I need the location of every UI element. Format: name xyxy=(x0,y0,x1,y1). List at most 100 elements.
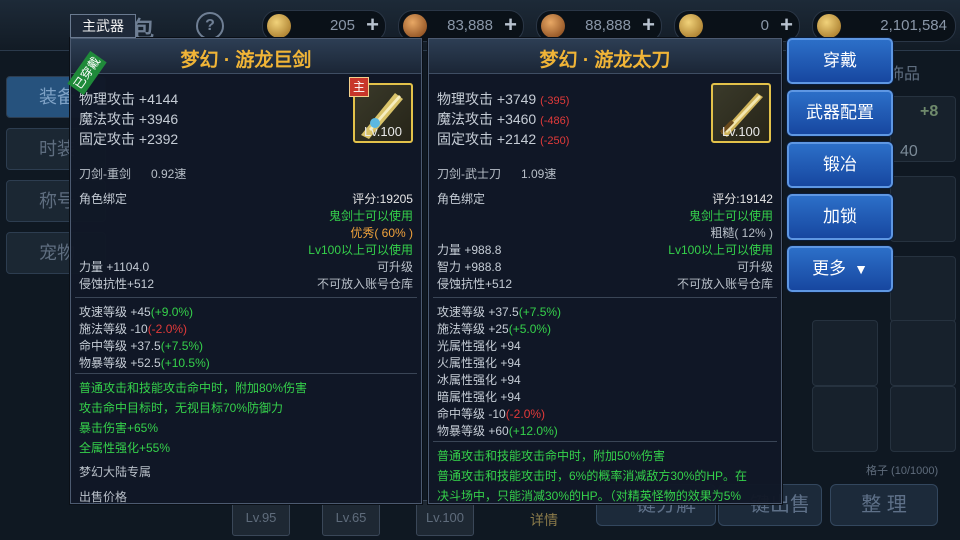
level-stat: 物暴等级 +60(+12.0%) xyxy=(437,424,558,438)
stack-count: 40 xyxy=(900,143,918,160)
attack-speed: 1.09速 xyxy=(521,167,557,181)
item-level: Lv.100 xyxy=(363,124,403,139)
currency-value: 205 xyxy=(329,17,355,34)
fixed-attack: 固定攻击 +2392 xyxy=(79,131,179,147)
divider xyxy=(75,373,417,374)
level-stat: 命中等级 +37.5(+7.5%) xyxy=(79,339,204,353)
panel-header: 梦幻 · 游龙太刀 xyxy=(429,39,781,74)
bind-type: 角色绑定 xyxy=(437,192,486,206)
intelligence-stat: 智力 +988.8 xyxy=(437,260,502,274)
currency-value: 2,101,584 xyxy=(880,17,947,34)
inventory-slot[interactable] xyxy=(812,386,878,452)
add-currency-button[interactable]: + xyxy=(642,12,655,38)
add-currency-button[interactable]: + xyxy=(366,12,379,38)
main-badge: 主 xyxy=(349,77,369,97)
effect-line: 普通攻击和技能攻击命中时，附加80%伤害 xyxy=(79,381,308,395)
item-quality: 优秀( 60% ) xyxy=(350,226,413,240)
magic-attack: 魔法攻击 +3460 (-486) xyxy=(437,111,570,127)
item-name: 梦幻 · 游龙巨剑 xyxy=(180,50,312,71)
strength-stat: 力量 +1104.0 xyxy=(79,260,150,274)
level-stat: 攻速等级 +45(+9.0%) xyxy=(79,305,194,319)
more-button[interactable]: 更多 ▼ xyxy=(787,246,893,292)
erosion-resistance: 侵蚀抗性+512 xyxy=(437,277,513,291)
sort-button[interactable]: 整 理 xyxy=(830,484,938,526)
currency-value: 0 xyxy=(760,17,769,34)
attack-speed: 0.92速 xyxy=(151,167,187,181)
inventory-slot[interactable] xyxy=(890,320,956,386)
more-label: 更多 xyxy=(812,259,847,278)
effect-line: 全属性强化+55% xyxy=(79,441,171,455)
upgradable-label: 可升级 xyxy=(736,260,773,274)
upgradable-label: 可升级 xyxy=(376,260,413,274)
weapon-config-button[interactable]: 武器配置 xyxy=(787,90,893,136)
detail-button[interactable]: 详情 xyxy=(530,510,558,530)
panel-header: 梦幻 · 游龙巨剑 xyxy=(71,39,421,74)
sell-price: 出售价格 xyxy=(79,490,128,504)
item-quality: 粗糙( 12% ) xyxy=(710,226,773,240)
level-stat: 攻速等级 +37.5(+7.5%) xyxy=(437,305,562,319)
item-score: 评分:19205 xyxy=(352,192,413,206)
effect-line: 普通攻击和技能攻击时，6%的概率消减敌方30%的HP。在 xyxy=(437,469,748,483)
effect-line: 攻击命中目标时，无视目标70%防御力 xyxy=(79,401,284,415)
equipment-slot[interactable]: Lv.100 xyxy=(416,500,474,536)
storage-restriction: 不可放入账号仓库 xyxy=(316,277,413,291)
item-score: 评分:19142 xyxy=(712,192,773,206)
level-stat: 命中等级 -10(-2.0%) xyxy=(437,407,546,421)
item-name: 梦幻 · 游龙太刀 xyxy=(539,50,671,71)
lock-button[interactable]: 加锁 xyxy=(787,194,893,240)
coin-icon xyxy=(267,14,291,38)
magic-attack: 魔法攻击 +3946 xyxy=(79,111,179,127)
enhance-level: +8 xyxy=(920,103,939,120)
level-stat: 施法等级 +25(+5.0%) xyxy=(437,322,552,336)
class-requirement: 鬼剑士可以使用 xyxy=(688,209,773,223)
erosion-resistance: 侵蚀抗性+512 xyxy=(79,277,155,291)
chevron-down-icon: ▼ xyxy=(854,261,868,277)
currency-value: 83,888 xyxy=(447,17,493,34)
compare-item-panel: 梦幻 · 游龙太刀 Lv.100 物理攻击 +3749 (-395) 魔法攻击 … xyxy=(428,38,782,504)
currency-value: 88,888 xyxy=(585,17,631,34)
weapon-type: 刀剑-重剑 xyxy=(79,167,131,181)
element-stat: 暗属性强化 +94 xyxy=(437,390,521,404)
divider xyxy=(433,441,777,442)
physical-attack: 物理攻击 +3749 (-395) xyxy=(437,91,570,107)
physical-attack: 物理攻击 +4144 xyxy=(79,91,179,107)
element-stat: 冰属性强化 +94 xyxy=(437,373,521,387)
coin-icon xyxy=(679,14,703,38)
class-requirement: 鬼剑士可以使用 xyxy=(328,209,413,223)
equipment-slot[interactable]: Lv.95 xyxy=(232,500,290,536)
item-level: Lv.100 xyxy=(721,124,761,139)
strength-stat: 力量 +988.8 xyxy=(437,243,502,257)
exclusive-label: 梦幻大陆专属 xyxy=(79,465,152,479)
weapon-type: 刀剑-武士刀 xyxy=(437,167,501,181)
equipment-slot[interactable]: Lv.65 xyxy=(322,500,380,536)
bind-type: 角色绑定 xyxy=(79,192,128,206)
help-button[interactable]: ? xyxy=(196,12,224,40)
ticket-icon xyxy=(403,14,427,38)
level-stat: 物暴等级 +52.5(+10.5%) xyxy=(79,356,210,370)
divider xyxy=(433,297,777,298)
level-stat: 施法等级 -10(-2.0%) xyxy=(79,322,188,336)
add-currency-button[interactable]: + xyxy=(780,12,793,38)
inventory-slot[interactable] xyxy=(890,386,956,452)
effect-line: 暴击伤害+65% xyxy=(79,421,159,435)
storage-restriction: 不可放入账号仓库 xyxy=(676,277,773,291)
coin-icon xyxy=(817,14,841,38)
equip-button[interactable]: 穿戴 xyxy=(787,38,893,84)
level-requirement: Lv100以上可以使用 xyxy=(308,243,413,257)
element-stat: 光属性强化 +94 xyxy=(437,339,521,353)
effect-line: 普通攻击和技能攻击命中时，附加50%伤害 xyxy=(437,449,666,463)
divider xyxy=(75,297,417,298)
inventory-slot[interactable] xyxy=(812,320,878,386)
add-currency-button[interactable]: + xyxy=(504,12,517,38)
inventory-slot[interactable] xyxy=(890,176,956,242)
katana-icon: Lv.100 xyxy=(711,83,771,143)
main-weapon-tag: 主武器 xyxy=(70,14,136,38)
element-stat: 火属性强化 +94 xyxy=(437,356,521,370)
equipped-item-panel: 已穿戴 梦幻 · 游龙巨剑 主 Lv.100 物理攻击 +4144 魔法攻击 +… xyxy=(67,38,422,504)
forge-button[interactable]: 锻冶 xyxy=(787,142,893,188)
fixed-attack: 固定攻击 +2142 (-250) xyxy=(437,131,570,147)
inventory-slot[interactable] xyxy=(890,256,956,322)
capacity-label: 格子 (10/1000) xyxy=(866,465,939,477)
ticket-icon xyxy=(541,14,565,38)
level-requirement: Lv100以上可以使用 xyxy=(668,243,773,257)
